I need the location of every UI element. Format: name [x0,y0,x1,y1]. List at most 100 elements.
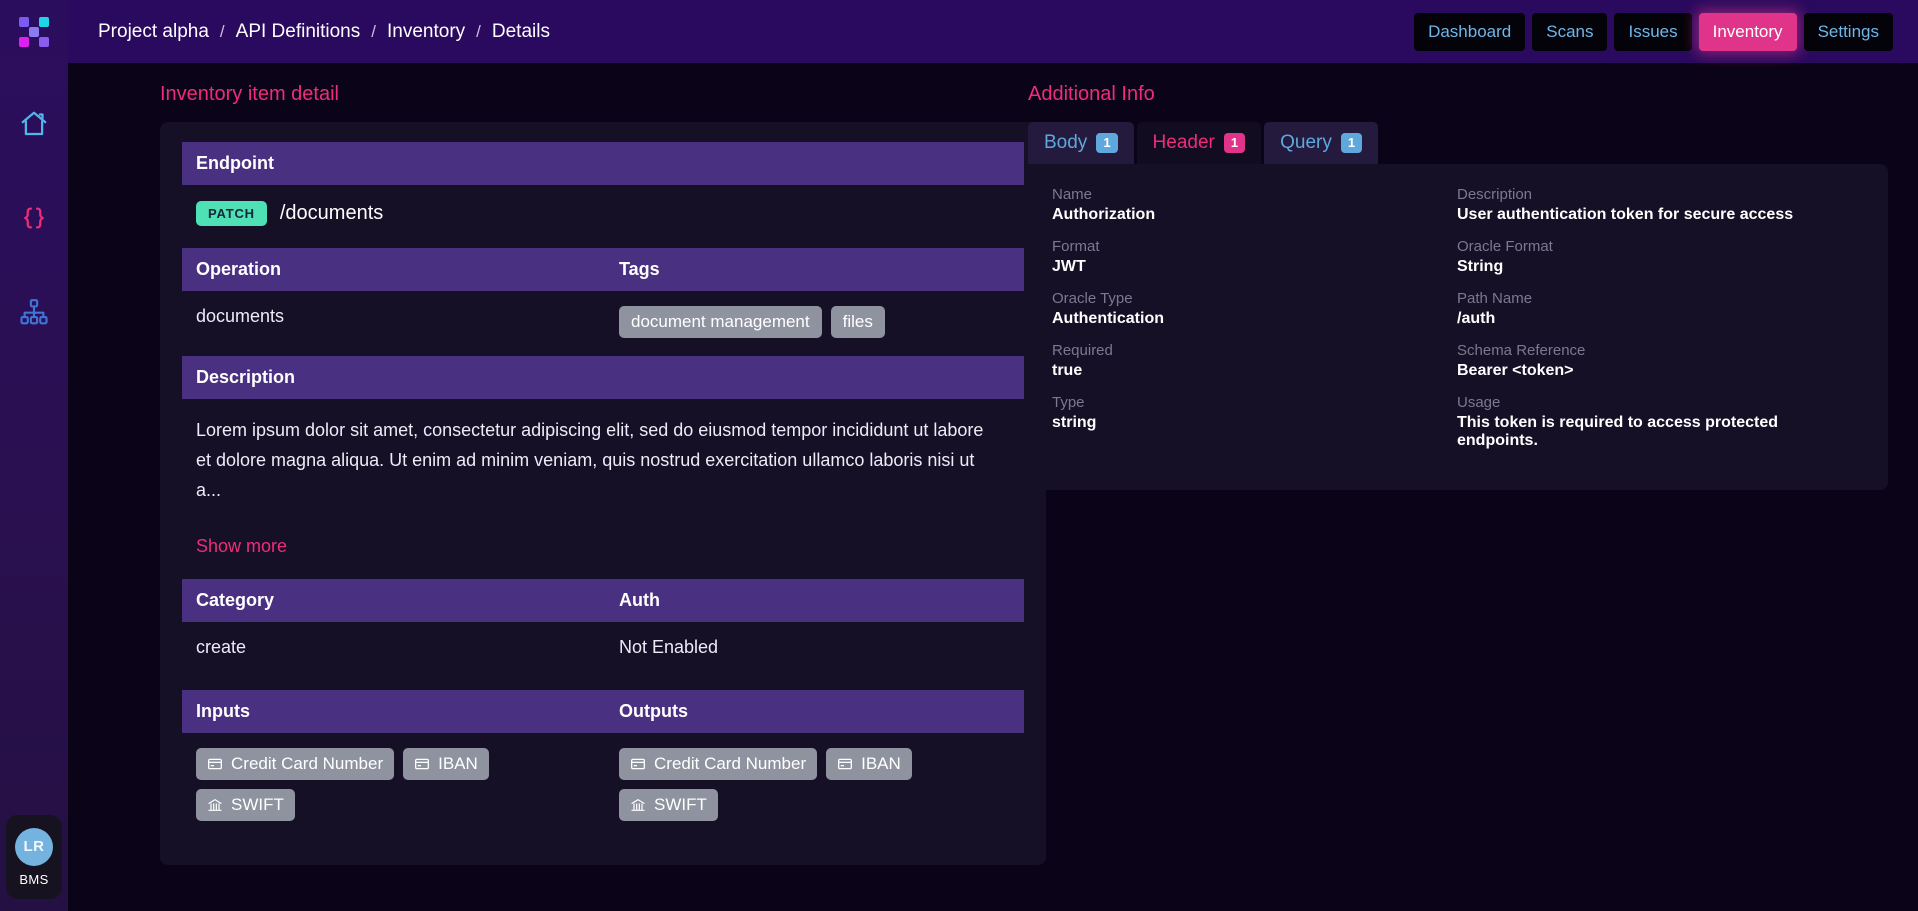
tab-badge: 1 [1096,133,1117,154]
field-value: Authentication [1052,310,1457,328]
field-label: Description [1457,186,1862,203]
credit-card-icon [414,756,430,772]
nav-issues[interactable]: Issues [1614,13,1691,51]
nav-dashboard[interactable]: Dashboard [1414,13,1525,51]
category-heading: Category [196,590,619,611]
chip-label: SWIFT [231,795,284,815]
auth-value: Not Enabled [619,637,1010,658]
inputs-chip-list: Credit Card Number IBAN [196,748,596,821]
tab-header[interactable]: Header 1 [1137,122,1262,164]
field-required: Required true [1052,342,1457,380]
field-label: Type [1052,394,1457,411]
tab-badge: 1 [1224,133,1245,154]
section-header-category: Category Auth [182,579,1024,622]
tab-label: Body [1044,132,1087,154]
output-chip-iban[interactable]: IBAN [826,748,912,780]
field-label: Usage [1457,394,1862,411]
tab-query[interactable]: Query 1 [1264,122,1378,164]
credit-card-icon [207,756,223,772]
field-label: Required [1052,342,1457,359]
field-value: string [1052,414,1457,432]
nav-inventory[interactable]: Inventory [1699,13,1797,51]
user-profile[interactable]: LR BMS [6,815,62,899]
nav-settings[interactable]: Settings [1804,13,1893,51]
field-format: Format JWT [1052,238,1457,276]
chip-label: Credit Card Number [654,754,806,774]
inventory-detail-pane: Inventory item detail Endpoint PATCH /do… [68,63,1013,911]
field-description: Description User authentication token fo… [1457,186,1862,224]
output-chip-credit-card[interactable]: Credit Card Number [619,748,817,780]
nav-scans[interactable]: Scans [1532,13,1607,51]
outputs-chip-list: Credit Card Number IBAN [619,748,1010,821]
code-braces-icon[interactable] [15,199,53,237]
additional-info-card: Name Authorization Format JWT Oracle Typ… [1028,164,1888,490]
breadcrumb: Project alpha / API Definitions / Invent… [98,21,550,43]
field-value: String [1457,258,1862,276]
avatar: LR [15,828,53,866]
input-chip-iban[interactable]: IBAN [403,748,489,780]
tag-item[interactable]: files [831,306,885,338]
field-value: Authorization [1052,206,1457,224]
page-title: Inventory item detail [160,83,988,106]
bank-icon [630,797,646,813]
section-header-description: Description [182,356,1024,399]
additional-info-title: Additional Info [1028,83,1888,106]
breadcrumb-item-inventory[interactable]: Inventory [387,21,465,43]
field-value: true [1052,362,1457,380]
credit-card-icon [630,756,646,772]
category-row: create Not Enabled [182,622,1024,676]
field-value: User authentication token for secure acc… [1457,206,1862,224]
additional-info-tabs: Body 1 Header 1 Query 1 [1028,122,1888,164]
endpoint-path: /documents [280,202,383,225]
field-label: Schema Reference [1457,342,1862,359]
chip-label: IBAN [438,754,478,774]
tag-item[interactable]: document management [619,306,822,338]
section-header-endpoint: Endpoint [182,142,1024,185]
left-nav-rail: LR BMS [0,0,68,911]
inventory-detail-card: Endpoint PATCH /documents Operation Tags… [160,122,1046,865]
chip-label: Credit Card Number [231,754,383,774]
home-icon[interactable] [15,105,53,143]
app-logo[interactable] [0,0,68,63]
output-chip-swift[interactable]: SWIFT [619,789,718,821]
input-chip-credit-card[interactable]: Credit Card Number [196,748,394,780]
breadcrumb-separator: / [476,22,481,42]
category-value: create [196,637,619,658]
field-value: Bearer <token> [1457,362,1862,380]
field-label: Format [1052,238,1457,255]
input-chip-swift[interactable]: SWIFT [196,789,295,821]
tab-label: Query [1280,132,1332,154]
tag-list: document management files [619,306,1010,338]
tags-heading: Tags [619,259,1010,280]
field-path-name: Path Name /auth [1457,290,1862,328]
field-oracle-format: Oracle Format String [1457,238,1862,276]
section-header-io: Inputs Outputs [182,690,1024,733]
endpoint-heading: Endpoint [196,153,1010,174]
field-value: This token is required to access protect… [1457,414,1862,450]
org-label: BMS [19,872,48,887]
tab-body[interactable]: Body 1 [1028,122,1134,164]
top-bar: Project alpha / API Definitions / Invent… [68,0,1918,63]
field-label: Oracle Type [1052,290,1457,307]
bank-icon [207,797,223,813]
breadcrumb-separator: / [220,22,225,42]
breadcrumb-item-details[interactable]: Details [492,21,550,43]
io-row: Credit Card Number IBAN [182,733,1024,839]
show-more-link[interactable]: Show more [182,512,301,565]
auth-heading: Auth [619,590,1010,611]
description-text: Lorem ipsum dolor sit amet, consectetur … [196,415,996,506]
breadcrumb-item-api-definitions[interactable]: API Definitions [236,21,361,43]
field-label: Path Name [1457,290,1862,307]
operation-heading: Operation [196,259,619,280]
description-heading: Description [196,367,1010,388]
breadcrumb-item-project[interactable]: Project alpha [98,21,209,43]
field-column-left: Name Authorization Format JWT Oracle Typ… [1052,186,1457,464]
method-badge: PATCH [196,201,267,226]
field-label: Oracle Format [1457,238,1862,255]
inputs-heading: Inputs [196,701,619,722]
field-type: Type string [1052,394,1457,432]
sitemap-icon[interactable] [15,293,53,331]
breadcrumb-separator: / [371,22,376,42]
field-oracle-type: Oracle Type Authentication [1052,290,1457,328]
field-value: JWT [1052,258,1457,276]
